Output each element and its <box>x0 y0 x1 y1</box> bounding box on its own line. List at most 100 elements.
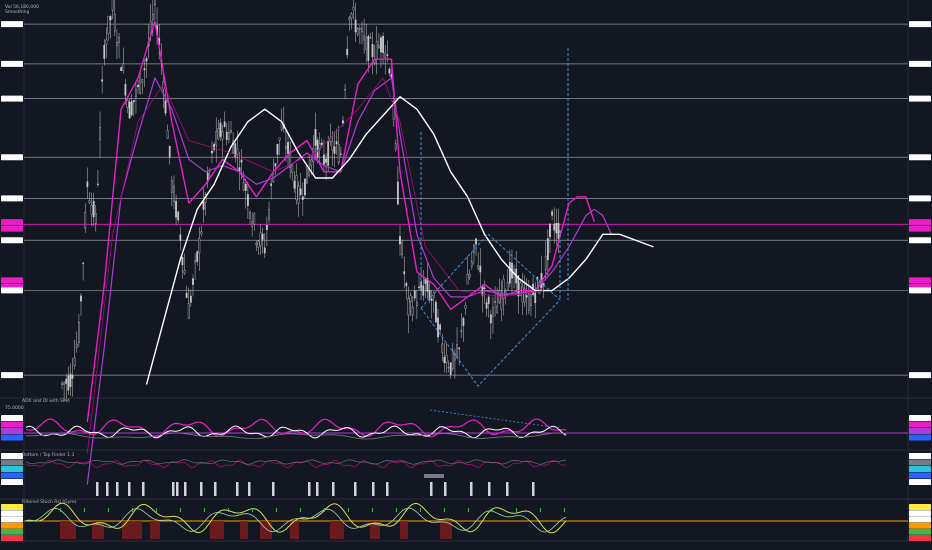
candle-body <box>194 260 196 263</box>
rsi-oversold-zone <box>210 521 224 539</box>
candle-body <box>382 35 384 54</box>
candle-body <box>94 213 97 224</box>
candle-body <box>411 306 414 316</box>
candle-body <box>325 158 327 163</box>
bt-signal-bar <box>142 482 145 496</box>
candle-body <box>489 314 492 324</box>
candle-body <box>553 223 556 231</box>
candle-body <box>348 17 351 21</box>
candle-body <box>555 223 558 234</box>
candle-body <box>154 0 156 6</box>
bt-signal-bar <box>128 482 131 496</box>
candle-body <box>327 141 330 166</box>
candle-body <box>396 181 399 205</box>
candle-body <box>253 213 256 225</box>
candle-body <box>97 183 99 185</box>
candle-body <box>492 307 494 317</box>
candle-body <box>468 273 471 278</box>
price-box-right <box>909 225 931 232</box>
candle-body <box>443 356 446 364</box>
candle-body <box>124 84 127 96</box>
candle-body <box>331 141 334 151</box>
candle-body <box>451 350 454 369</box>
price-box-left <box>1 225 23 232</box>
rsi-title: Filtered Stoch Rsi (Gyre) <box>22 499 77 505</box>
candle-body <box>75 343 78 348</box>
candle-body <box>278 137 281 141</box>
candle-body <box>487 296 490 304</box>
candle-body <box>181 257 184 266</box>
candle-body <box>377 45 380 48</box>
trading-chart[interactable]: Vol 56,180,000 Smoothing ADX and DI with… <box>0 0 932 550</box>
candle-body <box>375 40 378 60</box>
rsi-signal-tick <box>252 508 253 512</box>
candle-body <box>249 212 251 219</box>
candle-body <box>384 52 387 58</box>
rsi-signal-tick <box>204 508 205 512</box>
candle-body <box>557 222 560 239</box>
price-box-right <box>909 287 931 294</box>
candle-body <box>285 146 287 149</box>
rsi-oversold-zone <box>260 521 272 539</box>
price-box-left <box>1 277 23 284</box>
adx-value-box-right <box>909 415 931 421</box>
bottom_top-value-box-right <box>909 472 931 479</box>
bt-signal-bar <box>386 482 389 496</box>
candle-body <box>407 298 410 316</box>
bt-signal-bar <box>116 482 119 496</box>
price-box-left <box>1 237 23 244</box>
candle-body <box>213 143 215 150</box>
bt-signal-bar <box>372 482 375 496</box>
price-box-right <box>909 277 931 284</box>
candle-body <box>71 375 74 379</box>
bt-signal-bar <box>316 482 319 496</box>
candle-body <box>173 186 175 202</box>
candle-body <box>316 139 319 158</box>
candle-body <box>445 355 448 364</box>
rsi-oversold-zone <box>150 521 160 539</box>
candle-body <box>494 301 496 303</box>
candle-body <box>145 58 148 62</box>
price-box-right <box>909 372 931 379</box>
candle-body <box>413 290 416 299</box>
candle-body <box>388 68 391 74</box>
candle-body <box>473 245 475 253</box>
candle-body <box>88 200 91 203</box>
candle-body <box>549 223 551 238</box>
rsi-signal-tick <box>228 508 229 512</box>
candle-body <box>99 127 101 141</box>
candle-body <box>323 154 325 165</box>
candle-body <box>405 283 408 287</box>
rsi-signal-tick <box>276 508 277 512</box>
candle-body <box>470 261 473 267</box>
candle-body <box>126 100 129 108</box>
candle-body <box>77 322 80 343</box>
candle-body <box>342 120 344 124</box>
candle-body <box>333 146 336 154</box>
candle-body <box>261 233 264 240</box>
price-box-right <box>909 95 931 102</box>
rsi-value-box-right <box>909 516 931 523</box>
candle-body <box>306 165 308 184</box>
candle-body <box>521 286 524 303</box>
candle-body <box>386 54 389 56</box>
bottom_top-value-box-right <box>909 479 931 485</box>
price-box-left <box>1 154 23 161</box>
bottom_top-value-box-right <box>909 453 931 459</box>
candle-body <box>92 200 95 218</box>
rsi-signal-tick <box>84 508 85 512</box>
candle-body <box>291 165 294 173</box>
candle-body <box>177 211 180 221</box>
rsi-signal-tick <box>348 508 349 512</box>
price-box-right <box>909 60 931 67</box>
price-box-left <box>1 195 23 202</box>
candle-body <box>185 292 188 298</box>
candle-body <box>394 143 397 150</box>
candle-body <box>111 0 114 11</box>
adx-top-value: 75.0000 <box>5 405 24 411</box>
bt-signal-bar <box>184 482 187 496</box>
candle-body <box>255 243 258 246</box>
rsi-value-box-right <box>909 504 931 510</box>
candle-body <box>365 37 368 50</box>
candle-body <box>458 347 461 350</box>
